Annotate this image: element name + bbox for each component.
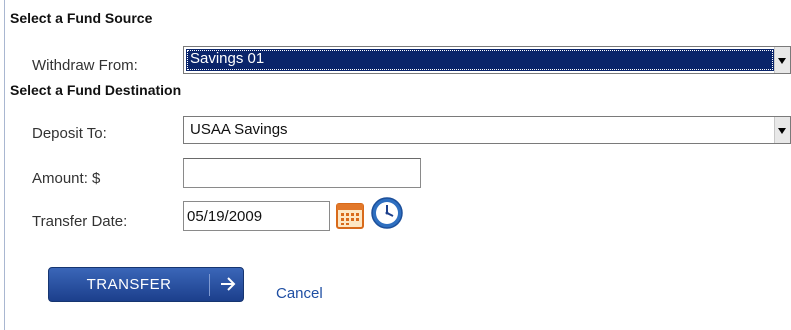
fund-destination-heading: Select a Fund Destination xyxy=(10,82,182,98)
fund-source-heading: Select a Fund Source xyxy=(10,10,153,26)
deposit-to-value: USAA Savings xyxy=(190,121,288,138)
transfer-button-label: TRANSFER xyxy=(86,276,172,293)
calendar-icon[interactable] xyxy=(336,203,364,229)
arrow-right-icon xyxy=(221,277,236,291)
chevron-down-icon xyxy=(778,128,786,134)
selected-highlight xyxy=(186,49,774,71)
withdraw-from-select[interactable]: Savings 01 xyxy=(183,46,791,74)
deposit-to-select[interactable]: USAA Savings xyxy=(183,116,791,144)
deposit-to-label: Deposit To: xyxy=(32,125,107,142)
withdraw-from-label: Withdraw From: xyxy=(32,57,138,74)
amount-label: Amount: $ xyxy=(32,170,101,187)
transfer-date-label: Transfer Date: xyxy=(32,213,128,230)
clock-icon[interactable] xyxy=(370,196,404,230)
withdraw-from-value: Savings 01 xyxy=(190,50,265,67)
transfer-button[interactable]: TRANSFER xyxy=(48,267,244,302)
deposit-dropdown-button[interactable] xyxy=(774,117,790,143)
button-divider xyxy=(209,274,210,296)
amount-input[interactable] xyxy=(183,158,421,188)
transfer-date-input[interactable] xyxy=(183,201,330,231)
withdraw-dropdown-button[interactable] xyxy=(774,47,790,73)
left-border-rule xyxy=(4,0,5,330)
cancel-link[interactable]: Cancel xyxy=(276,285,323,302)
chevron-down-icon xyxy=(778,58,786,64)
